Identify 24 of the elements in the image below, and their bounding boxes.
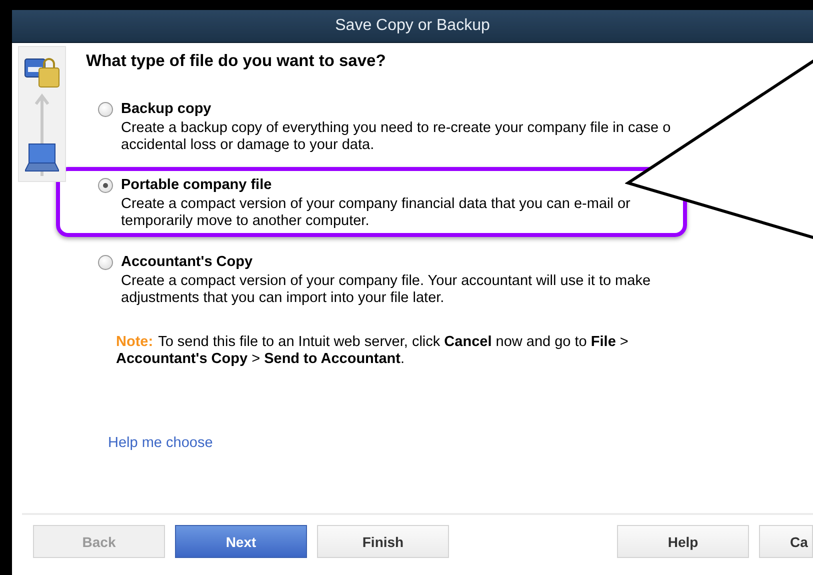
- note-label: Note:: [116, 334, 154, 350]
- radio-button[interactable]: [98, 102, 113, 116]
- option-description: temporarily move to another computer.: [121, 213, 370, 230]
- dialog-button[interactable]: Next: [175, 525, 307, 558]
- dialog-button[interactable]: Ca: [759, 525, 813, 558]
- help-link[interactable]: Help me choose: [108, 435, 213, 451]
- option-description: Create a compact version of your company financial data that you can e-mail or: [121, 196, 632, 213]
- radio-button[interactable]: [98, 178, 113, 192]
- dialog-button[interactable]: Help: [617, 525, 749, 558]
- option-description: accidental loss or damage to your data.: [121, 137, 376, 154]
- option-description: Create a compact version of your company file. Your accountant will use it to make: [121, 273, 652, 290]
- note-text: Accountant's Copy > Send to Accountant.: [116, 351, 406, 368]
- computer-lock-icon: [24, 56, 60, 88]
- laptop-icon: [25, 143, 59, 173]
- option-label[interactable]: Backup copy: [121, 101, 212, 117]
- radio-button[interactable]: [98, 254, 113, 270]
- dialog-button[interactable]: Finish: [317, 525, 449, 558]
- window-title: Save Copy or Backup: [335, 17, 490, 35]
- option-label[interactable]: Accountant's Copy: [121, 254, 253, 270]
- note-text: To send this file to an Intuit web server, click Cancel now and go to File >: [158, 334, 628, 350]
- dialog-heading: What type of file do you want to save?: [86, 52, 387, 71]
- option-description: Create a backup copy of everything you need to re-create your company file in case o: [121, 120, 672, 137]
- option-description: adjustments that you can import into your file later.: [121, 290, 446, 307]
- option-label[interactable]: Portable company file: [121, 177, 272, 193]
